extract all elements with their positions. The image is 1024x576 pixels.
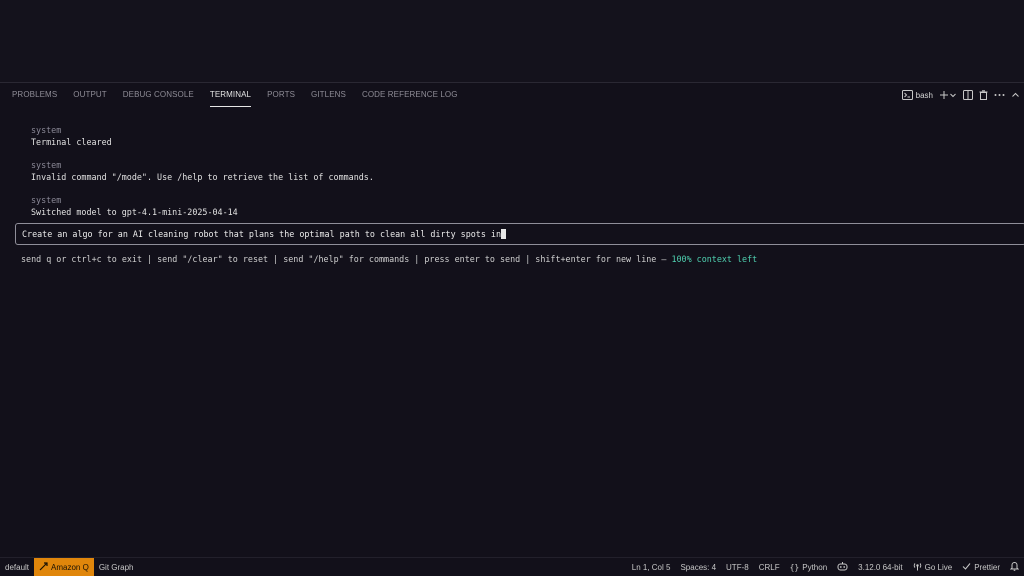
editor-area	[0, 0, 1024, 82]
message-text: Terminal cleared	[31, 137, 112, 147]
indentation-label: Spaces: 4	[680, 562, 717, 572]
panel-header: PROBLEMS OUTPUT DEBUG CONSOLE TERMINAL P…	[0, 83, 1024, 107]
eol-label: CRLF	[758, 562, 780, 572]
more-actions-button[interactable]	[994, 93, 1005, 97]
prompt-input-value: Create an algo for an AI cleaning robot …	[22, 229, 502, 239]
chevron-up-icon	[1011, 91, 1020, 99]
trash-icon	[979, 90, 988, 100]
message-block: system Switched model to gpt-4.1-mini-20…	[31, 195, 238, 218]
new-terminal-button[interactable]	[939, 90, 957, 100]
text-cursor	[501, 229, 507, 239]
status-copilot[interactable]	[832, 558, 853, 576]
git-graph-label: Git Graph	[98, 562, 134, 572]
status-go-live[interactable]: Go Live	[908, 558, 958, 576]
broadcast-icon	[913, 562, 922, 573]
status-cursor-position[interactable]: Ln 1, Col 5	[627, 558, 676, 576]
more-icon	[994, 93, 1005, 97]
cursor-position-label: Ln 1, Col 5	[631, 562, 671, 572]
status-profile[interactable]: default	[0, 558, 34, 576]
prompt-input[interactable]: Create an algo for an AI cleaning robot …	[15, 223, 1024, 245]
panel-tabs: PROBLEMS OUTPUT DEBUG CONSOLE TERMINAL P…	[0, 83, 474, 107]
interpreter-label: 3.12.0 64-bit	[858, 562, 903, 572]
help-hint-text: send q or ctrl+c to exit | send "/clear"…	[21, 254, 672, 264]
status-amazon-q[interactable]: Amazon Q	[34, 558, 94, 576]
panel-actions: bash	[901, 83, 1020, 107]
tab-ports[interactable]: PORTS	[267, 83, 295, 107]
message-role: system	[31, 195, 62, 205]
tab-debug-console[interactable]: DEBUG CONSOLE	[123, 83, 194, 107]
chevron-down-icon	[949, 91, 957, 99]
encoding-label: UTF-8	[726, 562, 749, 572]
message-block: system Terminal cleared	[31, 125, 112, 148]
kill-terminal-button[interactable]	[979, 90, 988, 100]
status-prettier[interactable]: Prettier	[957, 558, 1005, 576]
status-interpreter[interactable]: 3.12.0 64-bit	[853, 558, 907, 576]
amazon-q-icon	[39, 561, 48, 573]
help-hint: send q or ctrl+c to exit | send "/clear"…	[21, 254, 757, 264]
split-icon	[963, 90, 973, 100]
message-role: system	[31, 160, 62, 170]
tab-output[interactable]: OUTPUT	[73, 83, 107, 107]
status-indentation[interactable]: Spaces: 4	[675, 558, 721, 576]
context-left: 100% context left	[671, 254, 758, 264]
plus-icon	[939, 90, 949, 100]
maximize-panel-button[interactable]	[1011, 91, 1020, 99]
language-label: Python	[802, 562, 828, 572]
message-text: Switched model to gpt-4.1-mini-2025-04-1…	[31, 207, 238, 217]
amazon-q-label: Amazon Q	[51, 562, 89, 572]
prettier-label: Prettier	[974, 562, 1000, 572]
status-encoding[interactable]: UTF-8	[721, 558, 754, 576]
tab-gitlens[interactable]: GITLENS	[311, 83, 346, 107]
status-profile-label: default	[5, 562, 30, 572]
message-text: Invalid command "/mode". Use /help to re…	[31, 172, 374, 182]
status-eol[interactable]: CRLF	[754, 558, 785, 576]
tab-terminal[interactable]: TERMINAL	[209, 83, 252, 107]
terminal-output[interactable]: system Terminal cleared system Invalid c…	[0, 107, 1024, 557]
braces-icon: {}	[789, 562, 800, 572]
terminal-selector[interactable]: bash	[901, 90, 933, 100]
status-git-graph[interactable]: Git Graph	[94, 558, 139, 576]
check-icon	[962, 562, 971, 573]
terminal-icon	[901, 90, 913, 100]
bell-icon	[1009, 561, 1020, 573]
message-role: system	[31, 125, 62, 135]
status-language[interactable]: {} Python	[785, 558, 833, 576]
message-block: system Invalid command "/mode". Use /hel…	[31, 160, 374, 183]
status-bar: default Amazon Q Git Graph Ln 1, Col 5 S…	[0, 557, 1024, 576]
tab-problems[interactable]: PROBLEMS	[12, 83, 57, 107]
split-terminal-button[interactable]	[963, 90, 973, 100]
status-notifications[interactable]	[1005, 558, 1024, 576]
copilot-icon	[837, 561, 848, 573]
tab-code-reference-log[interactable]: CODE REFERENCE LOG	[362, 83, 458, 107]
shell-label: bash	[915, 90, 933, 100]
go-live-label: Go Live	[924, 562, 953, 572]
